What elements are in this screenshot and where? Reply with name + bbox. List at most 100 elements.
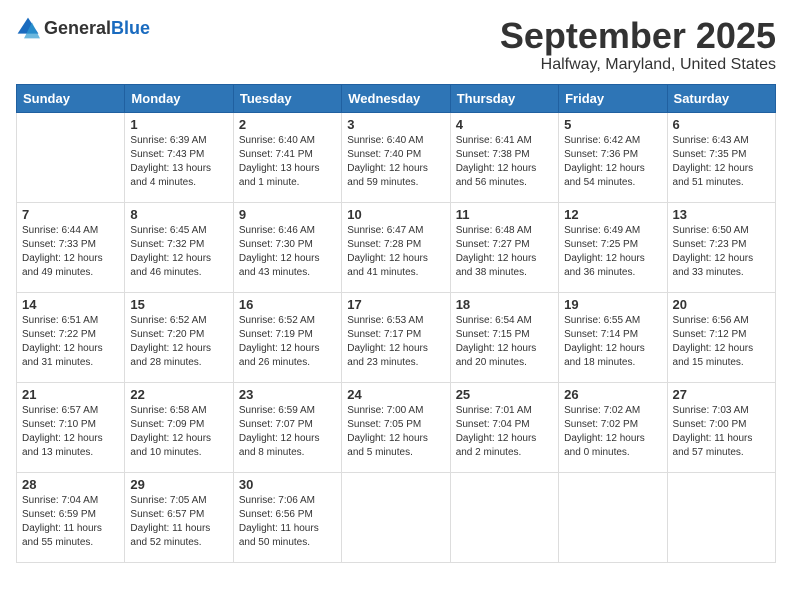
calendar-cell: 13 Sunrise: 6:50 AM Sunset: 7:23 PM Dayli… [667,202,775,292]
calendar-cell: 9 Sunrise: 6:46 AM Sunset: 7:30 PM Daylig… [233,202,341,292]
day-number: 23 [239,387,336,402]
day-info: Sunrise: 7:01 AM Sunset: 7:04 PM Dayligh… [456,404,553,460]
day-number: 14 [22,297,119,312]
day-info: Sunrise: 7:06 AM Sunset: 6:56 PM Dayligh… [239,494,336,550]
calendar-cell: 8 Sunrise: 6:45 AM Sunset: 7:32 PM Daylig… [125,202,233,292]
column-header-thursday: Thursday [450,84,558,112]
day-info: Sunrise: 6:57 AM Sunset: 7:10 PM Dayligh… [22,404,119,460]
calendar-cell: 6Sunrise: 6:43 AM Sunset: 7:35 PM Daylig… [667,112,775,202]
day-number: 24 [347,387,444,402]
logo-icon [16,16,40,40]
week-row-4: 21 Sunrise: 6:57 AM Sunset: 7:10 PM Dayli… [17,382,776,472]
day-info: Sunrise: 6:45 AM Sunset: 7:32 PM Dayligh… [130,224,227,280]
logo-text: GeneralBlue [44,18,150,39]
day-number: 1 [130,117,227,132]
day-info: Sunrise: 6:42 AM Sunset: 7:36 PM Dayligh… [564,134,661,190]
calendar-cell: 15 Sunrise: 6:52 AM Sunset: 7:20 PM Dayli… [125,292,233,382]
calendar-cell: 18 Sunrise: 6:54 AM Sunset: 7:15 PM Dayli… [450,292,558,382]
calendar-cell: 16Sunrise: 6:52 AM Sunset: 7:19 PM Dayli… [233,292,341,382]
day-number: 3 [347,117,444,132]
day-number: 21 [22,387,119,402]
day-number: 2 [239,117,336,132]
title-area: September 2025 Halfway, Maryland, United… [500,16,776,74]
calendar-cell: 29 Sunrise: 7:05 AM Sunset: 6:57 PM Dayli… [125,472,233,562]
day-info: Sunrise: 7:02 AM Sunset: 7:02 PM Dayligh… [564,404,661,460]
calendar-cell: 19 Sunrise: 6:55 AM Sunset: 7:14 PM Dayli… [559,292,667,382]
day-info: Sunrise: 6:53 AM Sunset: 7:17 PM Dayligh… [347,314,444,370]
calendar-cell [559,472,667,562]
calendar-cell: 11 Sunrise: 6:48 AM Sunset: 7:27 PM Dayli… [450,202,558,292]
day-info: Sunrise: 6:40 AM Sunset: 7:40 PM Dayligh… [347,134,444,190]
calendar-cell: 2 Sunrise: 6:40 AM Sunset: 7:41 PM Daylig… [233,112,341,202]
calendar-cell: 20Sunrise: 6:56 AM Sunset: 7:12 PM Dayli… [667,292,775,382]
column-header-saturday: Saturday [667,84,775,112]
day-number: 22 [130,387,227,402]
calendar-table: SundayMondayTuesdayWednesdayThursdayFrid… [16,84,776,563]
day-info: Sunrise: 7:04 AM Sunset: 6:59 PM Dayligh… [22,494,119,550]
day-number: 28 [22,477,119,492]
day-info: Sunrise: 6:41 AM Sunset: 7:38 PM Dayligh… [456,134,553,190]
day-number: 13 [673,207,770,222]
day-info: Sunrise: 6:44 AM Sunset: 7:33 PM Dayligh… [22,224,119,280]
day-number: 27 [673,387,770,402]
day-info: Sunrise: 6:47 AM Sunset: 7:28 PM Dayligh… [347,224,444,280]
day-info: Sunrise: 7:00 AM Sunset: 7:05 PM Dayligh… [347,404,444,460]
calendar-cell: 28 Sunrise: 7:04 AM Sunset: 6:59 PM Dayli… [17,472,125,562]
week-row-5: 28 Sunrise: 7:04 AM Sunset: 6:59 PM Dayli… [17,472,776,562]
day-number: 8 [130,207,227,222]
calendar-cell: 4 Sunrise: 6:41 AM Sunset: 7:38 PM Daylig… [450,112,558,202]
day-info: Sunrise: 6:43 AM Sunset: 7:35 PM Dayligh… [673,134,770,190]
week-row-1: 1 Sunrise: 6:39 AM Sunset: 7:43 PM Daylig… [17,112,776,202]
week-row-2: 7Sunrise: 6:44 AM Sunset: 7:33 PM Daylig… [17,202,776,292]
logo: GeneralBlue [16,16,150,40]
day-info: Sunrise: 6:51 AM Sunset: 7:22 PM Dayligh… [22,314,119,370]
day-info: Sunrise: 6:59 AM Sunset: 7:07 PM Dayligh… [239,404,336,460]
day-info: Sunrise: 6:46 AM Sunset: 7:30 PM Dayligh… [239,224,336,280]
day-number: 12 [564,207,661,222]
day-number: 20 [673,297,770,312]
day-number: 17 [347,297,444,312]
day-number: 26 [564,387,661,402]
day-number: 9 [239,207,336,222]
column-header-sunday: Sunday [17,84,125,112]
logo-general: General [44,18,111,38]
day-info: Sunrise: 6:40 AM Sunset: 7:41 PM Dayligh… [239,134,336,190]
day-number: 18 [456,297,553,312]
calendar-cell: 22 Sunrise: 6:58 AM Sunset: 7:09 PM Dayli… [125,382,233,472]
calendar-cell: 14 Sunrise: 6:51 AM Sunset: 7:22 PM Dayli… [17,292,125,382]
day-number: 4 [456,117,553,132]
column-header-monday: Monday [125,84,233,112]
day-info: Sunrise: 6:39 AM Sunset: 7:43 PM Dayligh… [130,134,227,190]
day-number: 5 [564,117,661,132]
logo-blue: Blue [111,18,150,38]
day-info: Sunrise: 7:05 AM Sunset: 6:57 PM Dayligh… [130,494,227,550]
day-info: Sunrise: 6:48 AM Sunset: 7:27 PM Dayligh… [456,224,553,280]
calendar-cell [667,472,775,562]
column-header-tuesday: Tuesday [233,84,341,112]
day-info: Sunrise: 6:52 AM Sunset: 7:20 PM Dayligh… [130,314,227,370]
calendar-cell: 24 Sunrise: 7:00 AM Sunset: 7:05 PM Dayli… [342,382,450,472]
calendar-cell [450,472,558,562]
calendar-cell: 30Sunrise: 7:06 AM Sunset: 6:56 PM Dayli… [233,472,341,562]
day-info: Sunrise: 6:55 AM Sunset: 7:14 PM Dayligh… [564,314,661,370]
calendar-cell: 3 Sunrise: 6:40 AM Sunset: 7:40 PM Daylig… [342,112,450,202]
day-info: Sunrise: 6:50 AM Sunset: 7:23 PM Dayligh… [673,224,770,280]
day-number: 29 [130,477,227,492]
calendar-cell [342,472,450,562]
day-info: Sunrise: 6:54 AM Sunset: 7:15 PM Dayligh… [456,314,553,370]
calendar-cell: 23 Sunrise: 6:59 AM Sunset: 7:07 PM Dayli… [233,382,341,472]
calendar-cell [17,112,125,202]
day-number: 15 [130,297,227,312]
day-number: 10 [347,207,444,222]
column-header-friday: Friday [559,84,667,112]
calendar-cell: 10 Sunrise: 6:47 AM Sunset: 7:28 PM Dayli… [342,202,450,292]
calendar-cell: 1 Sunrise: 6:39 AM Sunset: 7:43 PM Daylig… [125,112,233,202]
day-info: Sunrise: 6:58 AM Sunset: 7:09 PM Dayligh… [130,404,227,460]
day-number: 11 [456,207,553,222]
calendar-cell: 12Sunrise: 6:49 AM Sunset: 7:25 PM Dayli… [559,202,667,292]
calendar-cell: 17 Sunrise: 6:53 AM Sunset: 7:17 PM Dayli… [342,292,450,382]
day-number: 25 [456,387,553,402]
calendar-cell: 21 Sunrise: 6:57 AM Sunset: 7:10 PM Dayli… [17,382,125,472]
day-number: 19 [564,297,661,312]
week-row-3: 14 Sunrise: 6:51 AM Sunset: 7:22 PM Dayli… [17,292,776,382]
